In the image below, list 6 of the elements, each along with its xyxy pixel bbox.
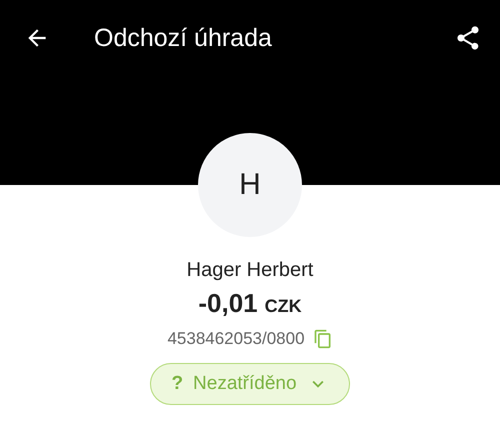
account-number: 4538462053/0800	[167, 329, 305, 349]
screen-title: Odchozí úhrada	[94, 24, 273, 52]
amount: -0,01	[198, 288, 258, 319]
category-dropdown[interactable]: ? Nezatříděno	[150, 363, 350, 405]
payee-name: Hager Herbert	[186, 259, 314, 282]
currency: CZK	[264, 296, 302, 317]
